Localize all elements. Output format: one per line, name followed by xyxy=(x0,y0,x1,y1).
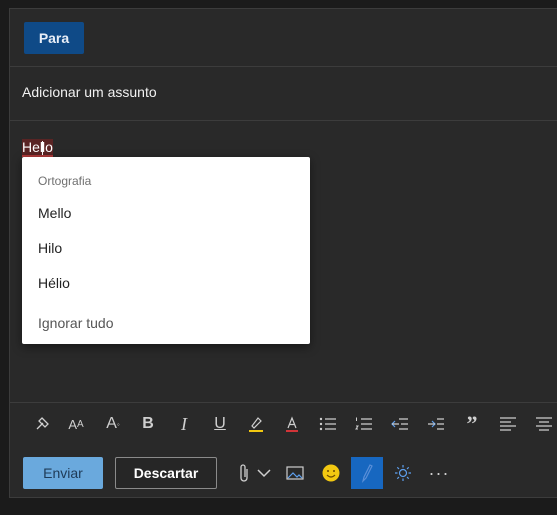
spelling-context-menu: Ortografia Mello Hilo Hélio Ignorar tudo xyxy=(22,157,310,344)
font-size-icon[interactable]: AA xyxy=(62,410,90,438)
misspelled-word[interactable]: Hello xyxy=(22,139,53,157)
increase-indent-icon[interactable] xyxy=(422,410,450,438)
suggestion-item[interactable]: Hilo xyxy=(38,240,62,256)
align-left-icon[interactable] xyxy=(494,410,522,438)
format-painter-icon[interactable] xyxy=(28,410,56,438)
insert-picture-icon[interactable] xyxy=(279,457,311,489)
bullets-icon[interactable] xyxy=(314,410,342,438)
subject-field[interactable]: Adicionar um assunto xyxy=(22,84,157,100)
discard-button[interactable]: Descartar xyxy=(115,457,217,489)
to-row: Para xyxy=(10,9,557,67)
ignore-all-item[interactable]: Ignorar tudo xyxy=(38,315,114,331)
align-center-icon[interactable] xyxy=(530,410,557,438)
action-bar: Enviar Descartar ··· xyxy=(10,449,557,499)
highlight-icon[interactable] xyxy=(242,410,270,438)
formatting-toolbar: AA A ◦ B I U ” xyxy=(10,402,557,443)
word-part: lo xyxy=(42,139,53,155)
signature-icon[interactable] xyxy=(351,457,383,489)
more-icon[interactable]: ··· xyxy=(423,457,455,489)
body-text[interactable]: Hello xyxy=(22,139,53,157)
increase-font-size-icon[interactable]: A ◦ xyxy=(99,410,127,438)
decrease-indent-icon[interactable] xyxy=(386,410,414,438)
subject-row: Adicionar um assunto xyxy=(10,66,557,121)
spelling-header: Ortografia xyxy=(38,174,92,188)
word-part: Hel xyxy=(22,139,44,155)
quote-icon[interactable]: ” xyxy=(458,410,486,438)
send-button[interactable]: Enviar xyxy=(23,457,103,489)
suggestion-item[interactable]: Mello xyxy=(38,205,71,221)
suggestion-item[interactable]: Hélio xyxy=(38,275,70,291)
chevron-down-icon[interactable] xyxy=(248,457,280,489)
numbering-icon[interactable] xyxy=(350,410,378,438)
brightness-icon[interactable] xyxy=(387,457,419,489)
to-button[interactable]: Para xyxy=(24,22,84,54)
font-color-icon[interactable] xyxy=(278,410,306,438)
bold-icon[interactable]: B xyxy=(134,410,162,438)
emoji-icon[interactable] xyxy=(315,457,347,489)
underline-icon[interactable]: U xyxy=(206,410,234,438)
italic-icon[interactable]: I xyxy=(170,410,198,438)
